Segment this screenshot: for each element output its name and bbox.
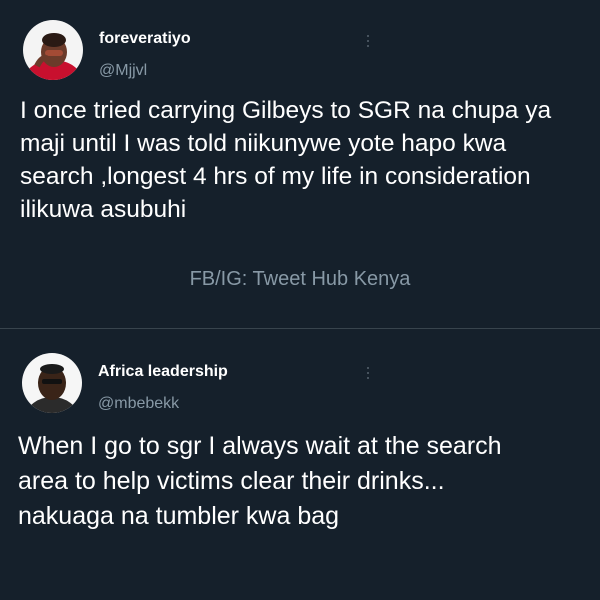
display-name[interactable]: foreveratiyo: [99, 30, 191, 48]
tweet-2: Africa leadership @mbebekk When I go to …: [0, 329, 600, 600]
tweet-text-line: maji until I was told niikunywe yote hap…: [20, 130, 507, 157]
avatar[interactable]: [22, 353, 82, 413]
user-photo: [23, 20, 83, 80]
tweet-text-line: ilikuwa asubuhi: [20, 196, 187, 223]
tweet-text-line: search ,longest 4 hrs of my life in cons…: [20, 163, 531, 190]
display-name[interactable]: Africa leadership: [98, 363, 228, 381]
more-options-icon[interactable]: [366, 35, 370, 49]
user-photo: [22, 353, 82, 413]
tweet-text-line: nakuaga na tumbler kwa bag: [18, 502, 340, 530]
tweet-text-line: I once tried carrying Gilbeys to SGR na …: [20, 97, 552, 124]
watermark-text: FB/IG: Tweet Hub Kenya: [189, 268, 411, 290]
tweet-text: I once tried carrying Gilbeys to SGR na …: [20, 94, 551, 226]
username-handle[interactable]: @Mjjvl: [99, 62, 147, 80]
tweet-1: foreveratiyo @Mjjvl I once tried carryin…: [0, 0, 600, 330]
more-options-icon[interactable]: [366, 367, 370, 381]
tweet-text: When I go to sgr I always wait at the se…: [18, 429, 502, 534]
tweet-text-line: area to help victims clear their drinks.…: [18, 467, 445, 495]
tweet-text-line: When I go to sgr I always wait at the se…: [18, 432, 502, 460]
avatar[interactable]: [23, 20, 83, 80]
username-handle[interactable]: @mbebekk: [98, 395, 179, 413]
